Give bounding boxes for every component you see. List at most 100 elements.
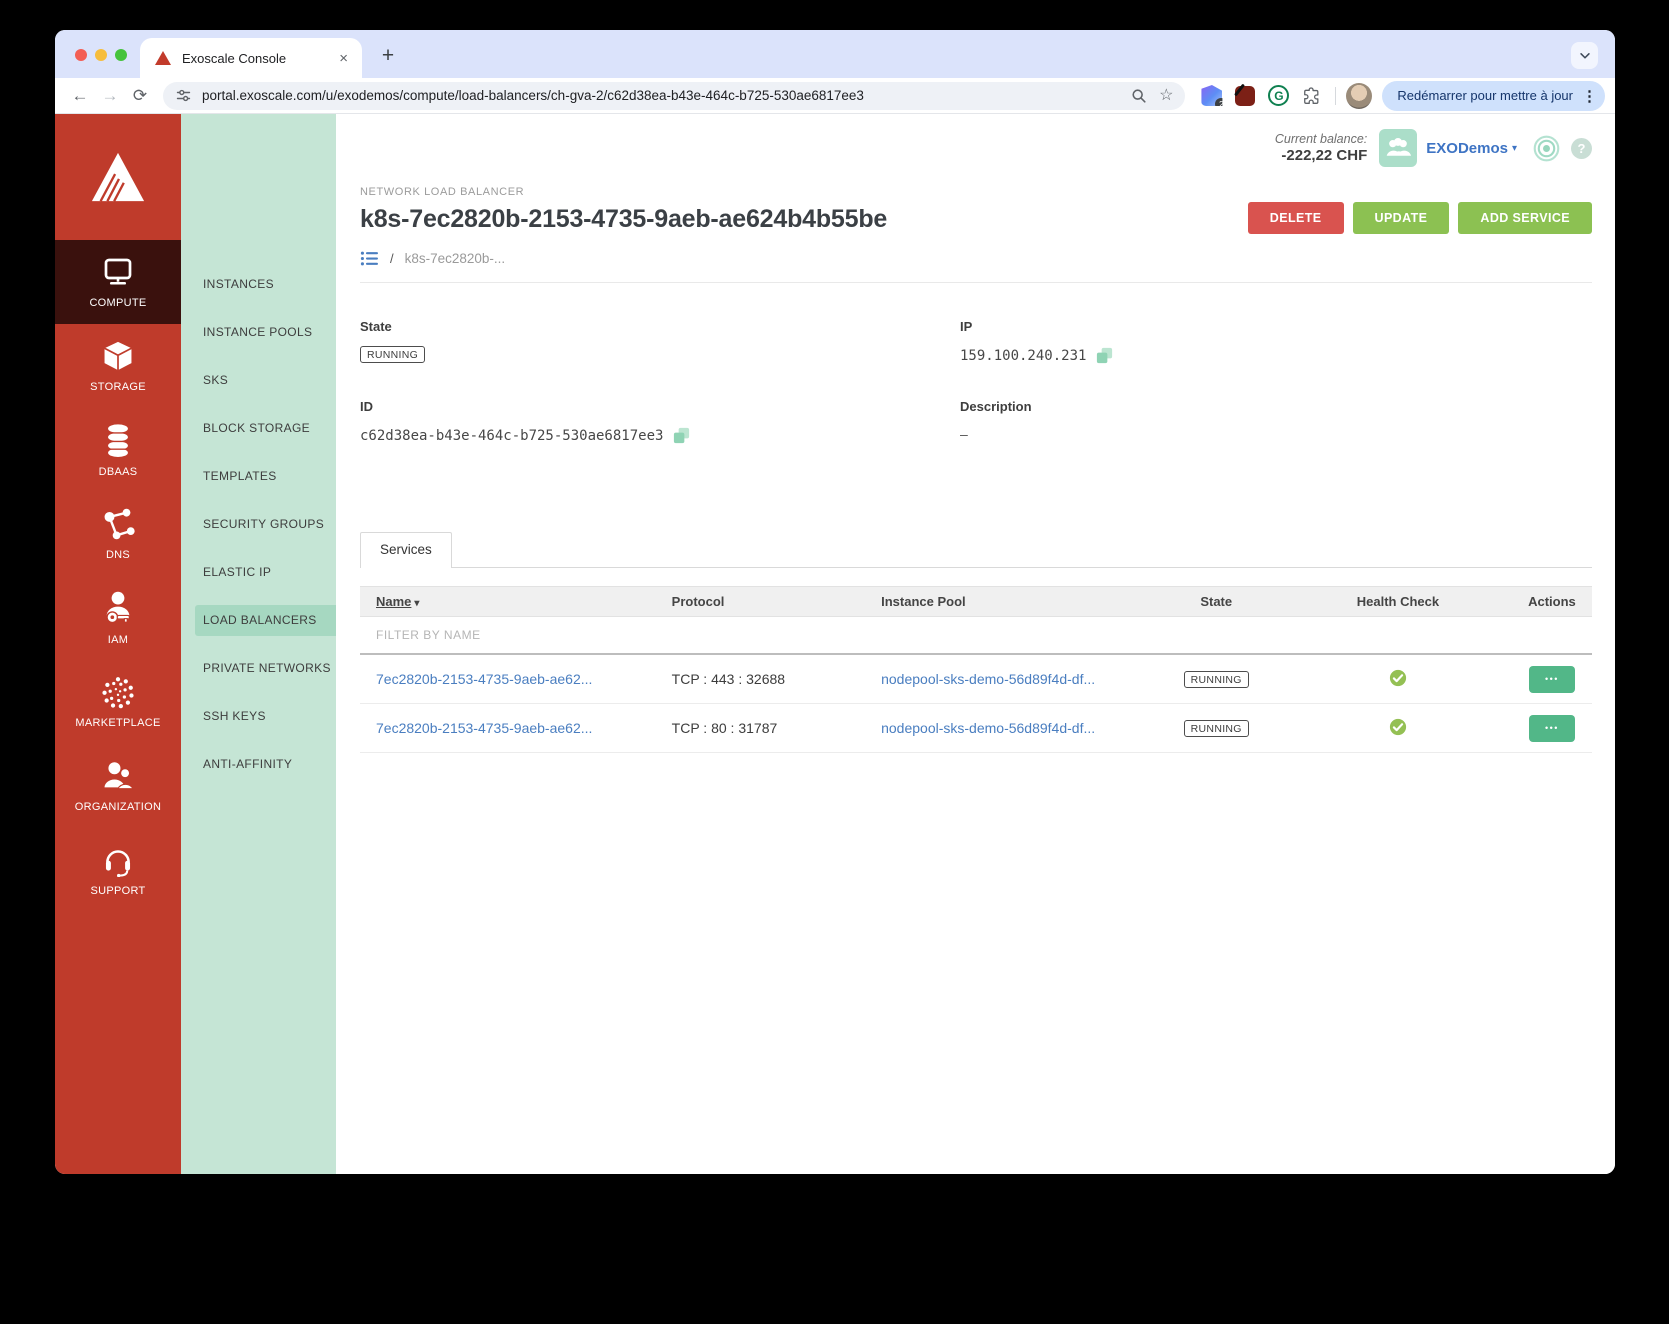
ip-value: 159.100.240.231 bbox=[960, 348, 1086, 364]
extension-spark-icon[interactable]: 2 bbox=[1201, 85, 1222, 106]
browser-update-label: Redémarrer pour mettre à jour bbox=[1397, 88, 1573, 103]
breadcrumb-current: k8s-7ec2820b-... bbox=[405, 251, 506, 266]
site-settings-icon[interactable] bbox=[175, 87, 192, 104]
database-icon bbox=[101, 422, 135, 458]
sidebar-item-security-groups[interactable]: SECURITY GROUPS bbox=[181, 500, 336, 548]
maximize-window-button[interactable] bbox=[115, 49, 127, 61]
people-icon bbox=[101, 759, 135, 793]
group-icon bbox=[1385, 136, 1411, 160]
minimize-window-button[interactable] bbox=[95, 49, 107, 61]
copy-icon[interactable] bbox=[672, 426, 691, 445]
sidebar-item-iam[interactable]: IAM bbox=[55, 576, 181, 660]
service-name-link[interactable]: 7ec2820b-2153-4735-9aeb-ae62... bbox=[376, 671, 592, 687]
column-instance-pool: Instance Pool bbox=[865, 594, 1148, 609]
sidebar-item-label: ORGANIZATION bbox=[75, 801, 162, 813]
sidebar-item-instances[interactable]: INSTANCES bbox=[181, 260, 336, 308]
browser-profile-avatar[interactable] bbox=[1346, 83, 1372, 109]
tab-services[interactable]: Services bbox=[360, 532, 452, 568]
sidebar-item-storage[interactable]: STORAGE bbox=[55, 324, 181, 408]
sidebar-item-ssh-keys[interactable]: SSH KEYS bbox=[181, 692, 336, 740]
toolbar-divider bbox=[1335, 87, 1336, 105]
zoom-page-icon[interactable] bbox=[1131, 88, 1147, 104]
browser-update-button[interactable]: Redémarrer pour mettre à jour ⋮ bbox=[1382, 81, 1605, 111]
breadcrumb-separator: / bbox=[390, 251, 394, 266]
headset-icon bbox=[101, 843, 135, 877]
detail-id: ID c62d38ea-b43e-464c-b725-530ae6817ee3 bbox=[360, 399, 960, 445]
sidebar-item-compute[interactable]: COMPUTE bbox=[55, 240, 181, 324]
service-protocol: TCP : 443 : 32688 bbox=[656, 671, 865, 687]
tab-close-icon[interactable]: × bbox=[335, 51, 352, 66]
column-name[interactable]: Name▾ bbox=[360, 594, 656, 609]
chevron-down-icon[interactable]: ▾ bbox=[1512, 143, 1517, 154]
grammarly-icon[interactable]: G bbox=[1268, 85, 1289, 106]
window-controls bbox=[75, 49, 127, 61]
copy-icon[interactable] bbox=[1095, 346, 1114, 365]
page-actions: DELETE UPDATE ADD SERVICE bbox=[1248, 202, 1592, 234]
sidebar-item-support[interactable]: SUPPORT bbox=[55, 828, 181, 912]
forward-button[interactable]: → bbox=[95, 87, 125, 104]
table-row: 7ec2820b-2153-4735-9aeb-ae62... TCP : 80… bbox=[360, 704, 1592, 753]
address-bar[interactable]: portal.exoscale.com/u/exodemos/compute/l… bbox=[163, 82, 1185, 110]
health-check-ok-icon bbox=[1389, 669, 1407, 687]
sidebar-item-organization[interactable]: ORGANIZATION bbox=[55, 744, 181, 828]
state-badge: RUNNING bbox=[1184, 720, 1249, 737]
description-value: – bbox=[960, 426, 968, 442]
sidebar-item-marketplace[interactable]: MARKETPLACE bbox=[55, 660, 181, 744]
row-actions-button[interactable]: ••• bbox=[1529, 715, 1575, 742]
sidebar-item-sks[interactable]: SKS bbox=[181, 356, 336, 404]
filter-by-name-input[interactable] bbox=[360, 627, 780, 643]
browser-tab[interactable]: Exoscale Console × bbox=[140, 38, 362, 78]
balance-label: Current balance: bbox=[1275, 132, 1367, 146]
new-tab-button[interactable]: + bbox=[375, 43, 401, 69]
url-text[interactable]: portal.exoscale.com/u/exodemos/compute/l… bbox=[202, 88, 1119, 103]
close-window-button[interactable] bbox=[75, 49, 87, 61]
id-value: c62d38ea-b43e-464c-b725-530ae6817ee3 bbox=[360, 428, 663, 444]
sidebar-item-private-networks[interactable]: PRIVATE NETWORKS bbox=[181, 644, 336, 692]
organization-avatar[interactable] bbox=[1379, 129, 1417, 167]
browser-menu-icon[interactable]: ⋮ bbox=[1582, 87, 1597, 105]
exoscale-app: COMPUTE STORAGE DBAAS bbox=[55, 114, 1615, 1174]
sidebar-item-anti-affinity[interactable]: ANTI-AFFINITY bbox=[181, 740, 336, 788]
tab-title: Exoscale Console bbox=[182, 51, 335, 66]
reload-button[interactable]: ⟳ bbox=[125, 87, 155, 104]
extension-pen-icon[interactable] bbox=[1235, 86, 1255, 106]
bookmark-star-icon[interactable]: ☆ bbox=[1159, 88, 1173, 104]
add-service-button[interactable]: ADD SERVICE bbox=[1458, 202, 1592, 234]
services-table: Name▾ Protocol Instance Pool State Healt… bbox=[360, 586, 1592, 753]
sidebar-item-label: COMPUTE bbox=[89, 297, 146, 309]
update-button[interactable]: UPDATE bbox=[1353, 202, 1450, 234]
sidebar-item-instance-pools[interactable]: INSTANCE POOLS bbox=[181, 308, 336, 356]
cube-icon bbox=[101, 339, 135, 373]
browser-tab-strip: Exoscale Console × + bbox=[55, 30, 1615, 78]
state-badge: RUNNING bbox=[360, 346, 425, 363]
instance-pool-link[interactable]: nodepool-sks-demo-56d89f4d-df... bbox=[881, 720, 1095, 736]
list-icon[interactable] bbox=[360, 250, 379, 267]
instance-pool-link[interactable]: nodepool-sks-demo-56d89f4d-df... bbox=[881, 671, 1095, 687]
balance-value: -222,22 CHF bbox=[1275, 147, 1367, 164]
status-broadcast-icon[interactable] bbox=[1533, 135, 1560, 162]
sidebar-item-label: SECURITY GROUPS bbox=[181, 500, 336, 548]
help-icon[interactable]: ? bbox=[1571, 138, 1592, 159]
delete-button[interactable]: DELETE bbox=[1248, 202, 1344, 234]
breadcrumb: / k8s-7ec2820b-... bbox=[360, 250, 1592, 283]
main-content: Current balance: -222,22 CHF EXODemos ▾ bbox=[336, 114, 1615, 1174]
page-title: k8s-7ec2820b-2153-4735-9aeb-ae624b4b55be bbox=[360, 205, 887, 234]
sidebar-item-dns[interactable]: DNS bbox=[55, 492, 181, 576]
share-nodes-icon bbox=[101, 507, 135, 541]
back-button[interactable]: ← bbox=[65, 87, 95, 104]
extensions-puzzle-icon[interactable] bbox=[1302, 86, 1321, 105]
state-label: State bbox=[360, 319, 960, 334]
table-header: Name▾ Protocol Instance Pool State Healt… bbox=[360, 586, 1592, 617]
sidebar-item-dbaas[interactable]: DBAAS bbox=[55, 408, 181, 492]
column-state: State bbox=[1148, 594, 1284, 609]
service-name-link[interactable]: 7ec2820b-2153-4735-9aeb-ae62... bbox=[376, 720, 592, 736]
row-actions-button[interactable]: ••• bbox=[1529, 666, 1575, 693]
sidebar-item-elastic-ip[interactable]: ELASTIC IP bbox=[181, 548, 336, 596]
sidebar-item-load-balancers[interactable]: LOAD BALANCERS bbox=[181, 596, 336, 644]
sidebar-item-templates[interactable]: TEMPLATES bbox=[181, 452, 336, 500]
exoscale-logo[interactable] bbox=[55, 114, 181, 240]
org-switcher[interactable]: EXODemos bbox=[1426, 140, 1508, 157]
sidebar-item-block-storage[interactable]: BLOCK STORAGE bbox=[181, 404, 336, 452]
table-row: 7ec2820b-2153-4735-9aeb-ae62... TCP : 44… bbox=[360, 655, 1592, 704]
tab-search-chevron-icon[interactable] bbox=[1571, 42, 1598, 69]
